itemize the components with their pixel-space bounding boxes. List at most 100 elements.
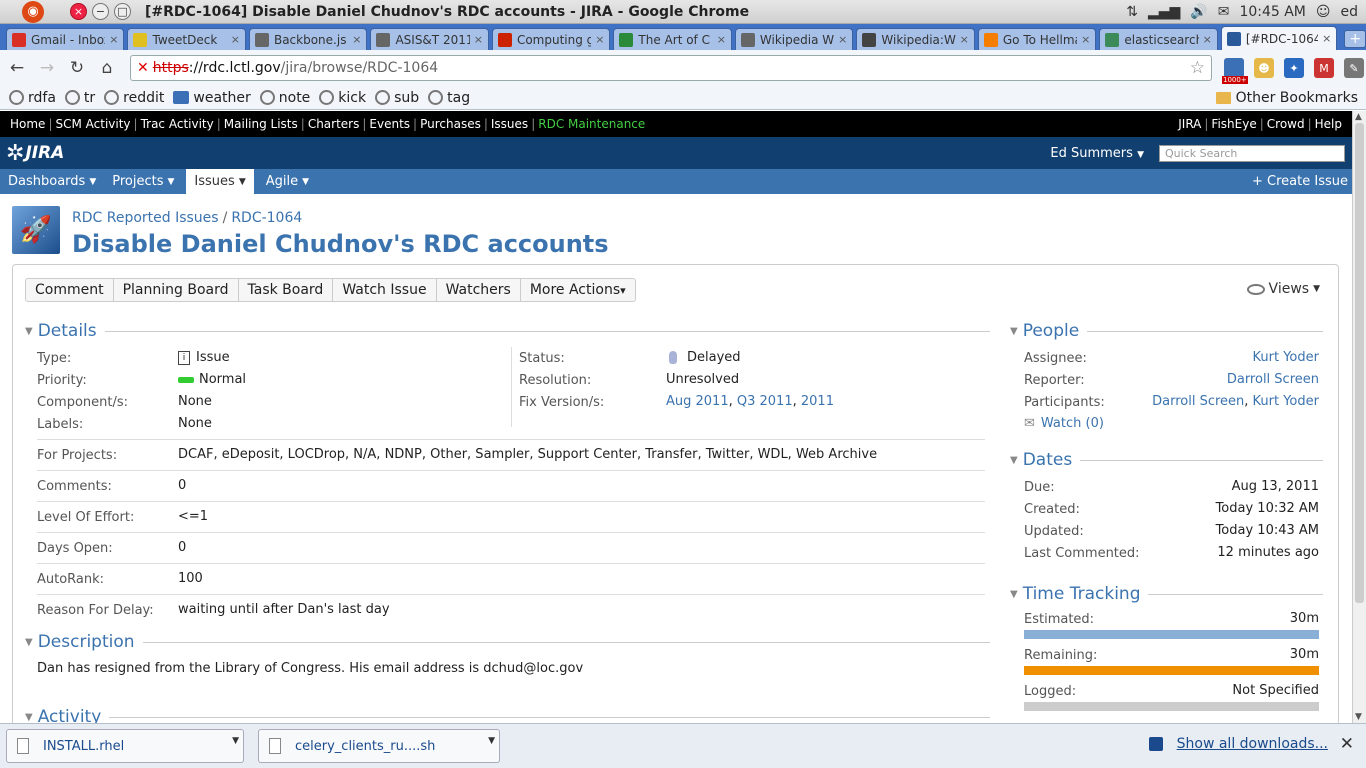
show-all-downloads-link[interactable]: Show all downloads... (1148, 736, 1328, 752)
chevron-down-icon[interactable]: ▼ (232, 736, 239, 746)
back-arrow-icon[interactable]: ← (4, 55, 30, 81)
tab-11[interactable]: [#RDC-1064 × (1220, 26, 1338, 50)
bookmark-note[interactable]: note (259, 90, 310, 106)
signal-icon[interactable]: ▂▄▆ (1148, 4, 1180, 20)
tab-close-icon[interactable]: × (474, 33, 483, 46)
address-bar[interactable]: ✕ https ://rdc.lctl.gov /jira/browse/RDC… (130, 55, 1212, 81)
time-tracking-heading[interactable]: ▼ Time Tracking (1010, 584, 1323, 604)
activity-heading[interactable]: ▼ Activity (25, 707, 990, 723)
window-minimize-button[interactable]: − (92, 3, 109, 20)
tab-close-icon[interactable]: × (231, 33, 240, 46)
assignee-link[interactable]: Kurt Yoder (1253, 350, 1319, 365)
tab-2[interactable]: TweetDeck × (127, 28, 246, 50)
bookmark-rdfa[interactable]: rdfa (9, 90, 56, 106)
bookmark-weather[interactable]: weather (173, 89, 251, 106)
mail-icon[interactable]: ✉ (1218, 4, 1230, 20)
window-maximize-button[interactable]: □ (114, 3, 131, 20)
fix-version-link[interactable]: 2011 (801, 394, 834, 409)
user-name[interactable]: ed (1341, 4, 1359, 20)
collapse-triangle-icon: ▼ (1010, 325, 1018, 337)
fix-version-link[interactable]: Q3 2011 (737, 394, 793, 409)
download-item[interactable]: INSTALL.rhel ▼ (6, 729, 244, 763)
tab-close-icon[interactable]: × (960, 33, 969, 46)
chevron-down-icon[interactable]: ▼ (488, 736, 495, 746)
dates-heading[interactable]: ▼ Dates (1010, 450, 1323, 470)
tab-close-icon[interactable]: × (109, 33, 118, 46)
more-actions-button[interactable]: More Actions ▾ (521, 279, 635, 301)
scrollbar-thumb[interactable] (1355, 123, 1364, 603)
for-projects-value: DCAF, eDeposit, LOCDrop, N/A, NDNP, Othe… (178, 447, 878, 462)
tab-title: Computing g (516, 32, 592, 47)
watch-link[interactable]: ✉ Watch (0) (1024, 416, 1104, 431)
tab-close-icon[interactable]: × (1081, 33, 1090, 46)
watchers-button[interactable]: Watchers (437, 279, 521, 301)
clock[interactable]: 10:45 AM (1239, 4, 1305, 20)
people-heading[interactable]: ▼ People (1010, 321, 1323, 341)
tab-close-icon[interactable]: × (1322, 32, 1331, 45)
reload-icon[interactable]: ↻ (64, 55, 90, 81)
tab-3[interactable]: Backbone.js × (248, 28, 368, 50)
window-close-button[interactable]: × (70, 3, 87, 20)
description-heading[interactable]: ▼ Description (25, 632, 990, 652)
gmail-checker-icon[interactable]: M (1314, 58, 1334, 78)
last-commented-label: Last Commented: (1024, 546, 1140, 561)
network-icon[interactable]: ⇅ (1126, 4, 1138, 20)
download-item[interactable]: celery_clients_ru....sh ▼ (258, 729, 500, 763)
tweetdeck-icon (133, 32, 148, 47)
bookmark-tr[interactable]: tr (64, 90, 95, 106)
scroll-down-arrow-icon[interactable]: ▼ (1355, 712, 1362, 722)
tab-9[interactable]: Go To Hellma × (977, 28, 1097, 50)
created-label: Created: (1024, 502, 1080, 517)
fix-version-link[interactable]: Aug 2011 (666, 394, 729, 409)
globe-icon (259, 90, 275, 105)
issue-panel: Comment Planning Board Task Board Watch Iss… (12, 264, 1339, 723)
planning-board-button[interactable]: Planning Board (114, 279, 239, 301)
tab-close-icon[interactable]: × (595, 33, 604, 46)
page-scrollbar[interactable]: ▲ ▼ (1352, 111, 1366, 723)
tab-6[interactable]: The Art of C × (613, 28, 732, 50)
new-tab-button[interactable]: + (1344, 30, 1366, 48)
status-label: Status: (519, 351, 565, 366)
details-heading[interactable]: ▼ Details (25, 321, 990, 341)
assignee-label: Assignee: (1024, 351, 1087, 366)
forward-arrow-icon[interactable]: → (34, 55, 60, 81)
emoticon-extension-icon[interactable]: ☻ (1254, 58, 1274, 78)
watch-issue-button[interactable]: Watch Issue (333, 279, 437, 301)
book-icon (619, 32, 634, 47)
views-menu[interactable]: Views ▼ (1246, 281, 1320, 297)
tab-close-icon[interactable]: × (838, 33, 847, 46)
tab-10[interactable]: elasticsearch × (1099, 28, 1218, 50)
tab-8[interactable]: Wikipedia:Wi × (856, 28, 975, 50)
participant-link[interactable]: Kurt Yoder (1253, 394, 1319, 409)
bookmark-reddit[interactable]: reddit (104, 90, 164, 106)
bookmark-tag[interactable]: tag (428, 90, 470, 106)
volume-icon[interactable]: 🔊 (1190, 4, 1207, 20)
last-commented-value: 12 minutes ago (1217, 545, 1319, 560)
tab-7[interactable]: Wikipedia W × (734, 28, 854, 50)
bookmark-sub[interactable]: sub (375, 90, 419, 106)
task-board-button[interactable]: Task Board (239, 279, 334, 301)
tab-close-icon[interactable]: × (352, 33, 361, 46)
scroll-up-arrow-icon[interactable]: ▲ (1355, 112, 1362, 122)
bookmark-label: weather (193, 89, 251, 106)
close-icon[interactable]: ✕ (1340, 734, 1354, 754)
tab-close-icon[interactable]: × (1203, 33, 1212, 46)
bookmark-star-icon[interactable]: ☆ (1190, 58, 1205, 78)
tab-title: ASIS&T 2011 (395, 32, 470, 47)
home-icon[interactable]: ⌂ (94, 55, 120, 81)
pin-extension-icon[interactable]: ✦ (1284, 58, 1304, 78)
wrench-menu-icon[interactable]: ✎ (1344, 58, 1364, 78)
tab-close-icon[interactable]: × (717, 33, 726, 46)
user-icon[interactable]: ☺ (1316, 4, 1331, 20)
other-bookmarks[interactable]: Other Bookmarks (1215, 86, 1358, 110)
feed-reader-icon[interactable]: 1000+ (1222, 58, 1248, 84)
bookmark-kick[interactable]: kick (319, 90, 366, 106)
ubuntu-logo-icon[interactable]: ◉ (22, 0, 44, 23)
comment-button[interactable]: Comment (26, 279, 114, 301)
tab-4[interactable]: ASIS&T 2011 × (370, 28, 489, 50)
reporter-link[interactable]: Darroll Screen (1227, 372, 1319, 387)
tab-5[interactable]: Computing g × (491, 28, 611, 50)
participant-link[interactable]: Darroll Screen (1152, 394, 1244, 409)
tab-1[interactable]: Gmail - Inbox × (6, 28, 125, 50)
globe-icon (375, 90, 391, 105)
